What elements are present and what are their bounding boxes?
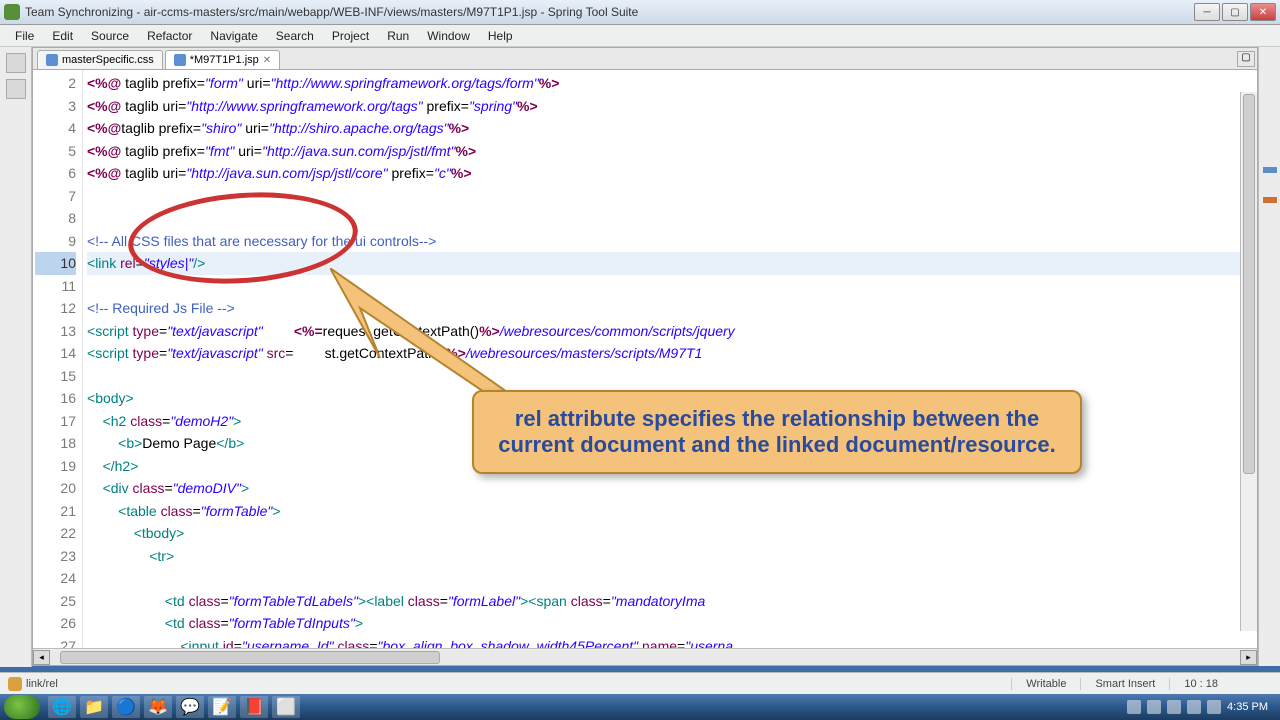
- menu-project[interactable]: Project: [323, 27, 378, 45]
- scroll-right-button[interactable]: ▸: [1240, 650, 1257, 665]
- tray-icon[interactable]: [1187, 700, 1201, 714]
- status-cursor: 10 : 18: [1169, 678, 1232, 690]
- tray-time: 4:35 PM: [1227, 701, 1268, 713]
- status-mode: Smart Insert: [1080, 678, 1169, 690]
- menu-window[interactable]: Window: [418, 27, 479, 45]
- minimize-button[interactable]: ─: [1194, 3, 1220, 21]
- windows-taskbar: 🌐 📁 🔵 🦊 💬 📝 📕 ⬜ 4:35 PM: [0, 694, 1280, 720]
- status-bar: link/rel Writable Smart Insert 10 : 18: [0, 672, 1280, 694]
- vertical-scrollbar[interactable]: [1240, 92, 1257, 631]
- tab-label: masterSpecific.css: [62, 54, 154, 66]
- toolbar-button-1[interactable]: [6, 53, 26, 73]
- file-icon: [174, 54, 186, 66]
- title-bar: Team Synchronizing - air-ccms-masters/sr…: [0, 0, 1280, 25]
- taskbar-firefox-icon[interactable]: 🦊: [144, 696, 172, 718]
- code-content[interactable]: <%@ taglib prefix="form" uri="http://www…: [83, 70, 1257, 648]
- editor-area: masterSpecific.css *M97T1P1.jsp ✕ ▢ 2345…: [32, 47, 1258, 666]
- marker: [1263, 197, 1277, 203]
- window-title: Team Synchronizing - air-ccms-masters/sr…: [25, 5, 1194, 19]
- menu-search[interactable]: Search: [267, 27, 323, 45]
- taskbar-pdf-icon[interactable]: 📕: [240, 696, 268, 718]
- tray-icon[interactable]: [1147, 700, 1161, 714]
- taskbar-chrome-icon[interactable]: 🔵: [112, 696, 140, 718]
- horizontal-scrollbar[interactable]: ◂ ▸: [33, 648, 1257, 665]
- tab-m97t1p1[interactable]: *M97T1P1.jsp ✕: [165, 50, 280, 69]
- close-button[interactable]: ✕: [1250, 3, 1276, 21]
- tab-label: *M97T1P1.jsp: [190, 54, 259, 66]
- line-gutter: 2345678910111213141516171819202122232425…: [33, 70, 83, 648]
- menu-source[interactable]: Source: [82, 27, 138, 45]
- tray-icon[interactable]: [1167, 700, 1181, 714]
- menu-help[interactable]: Help: [479, 27, 522, 45]
- tray-icon[interactable]: [1127, 700, 1141, 714]
- menu-edit[interactable]: Edit: [43, 27, 82, 45]
- menu-run[interactable]: Run: [378, 27, 418, 45]
- scrollbar-thumb[interactable]: [60, 651, 440, 664]
- left-toolbar: [0, 47, 32, 667]
- overview-ruler[interactable]: [1258, 47, 1280, 666]
- taskbar-skype-icon[interactable]: 💬: [176, 696, 204, 718]
- close-icon[interactable]: ✕: [263, 55, 271, 66]
- taskbar-ie-icon[interactable]: 🌐: [48, 696, 76, 718]
- maximize-view-button[interactable]: ▢: [1237, 51, 1255, 67]
- file-icon: [46, 54, 58, 66]
- app-icon: [4, 4, 20, 20]
- editor-tabs: masterSpecific.css *M97T1P1.jsp ✕ ▢: [33, 48, 1257, 70]
- marker: [1263, 167, 1277, 173]
- menu-navigate[interactable]: Navigate: [201, 27, 266, 45]
- menu-refactor[interactable]: Refactor: [138, 27, 201, 45]
- scrollbar-track[interactable]: [50, 650, 1240, 665]
- callout-text: rel attribute specifies the relationship…: [498, 406, 1055, 457]
- system-tray: 4:35 PM: [1127, 700, 1276, 714]
- toolbar-button-2[interactable]: [6, 79, 26, 99]
- menu-file[interactable]: File: [6, 27, 43, 45]
- status-icon: [8, 677, 22, 691]
- tab-masterspecific[interactable]: masterSpecific.css: [37, 50, 163, 69]
- code-viewport[interactable]: 2345678910111213141516171819202122232425…: [33, 70, 1257, 648]
- scrollbar-thumb[interactable]: [1243, 94, 1255, 474]
- taskbar-app-icon[interactable]: ⬜: [272, 696, 300, 718]
- taskbar-notes-icon[interactable]: 📝: [208, 696, 236, 718]
- scroll-left-button[interactable]: ◂: [33, 650, 50, 665]
- status-path: link/rel: [26, 678, 58, 690]
- status-writable: Writable: [1011, 678, 1080, 690]
- taskbar-explorer-icon[interactable]: 📁: [80, 696, 108, 718]
- maximize-button[interactable]: ▢: [1222, 3, 1248, 21]
- tray-icon[interactable]: [1207, 700, 1221, 714]
- start-button[interactable]: [4, 695, 40, 719]
- annotation-callout: rel attribute specifies the relationship…: [472, 390, 1082, 474]
- menu-bar: File Edit Source Refactor Navigate Searc…: [0, 25, 1280, 47]
